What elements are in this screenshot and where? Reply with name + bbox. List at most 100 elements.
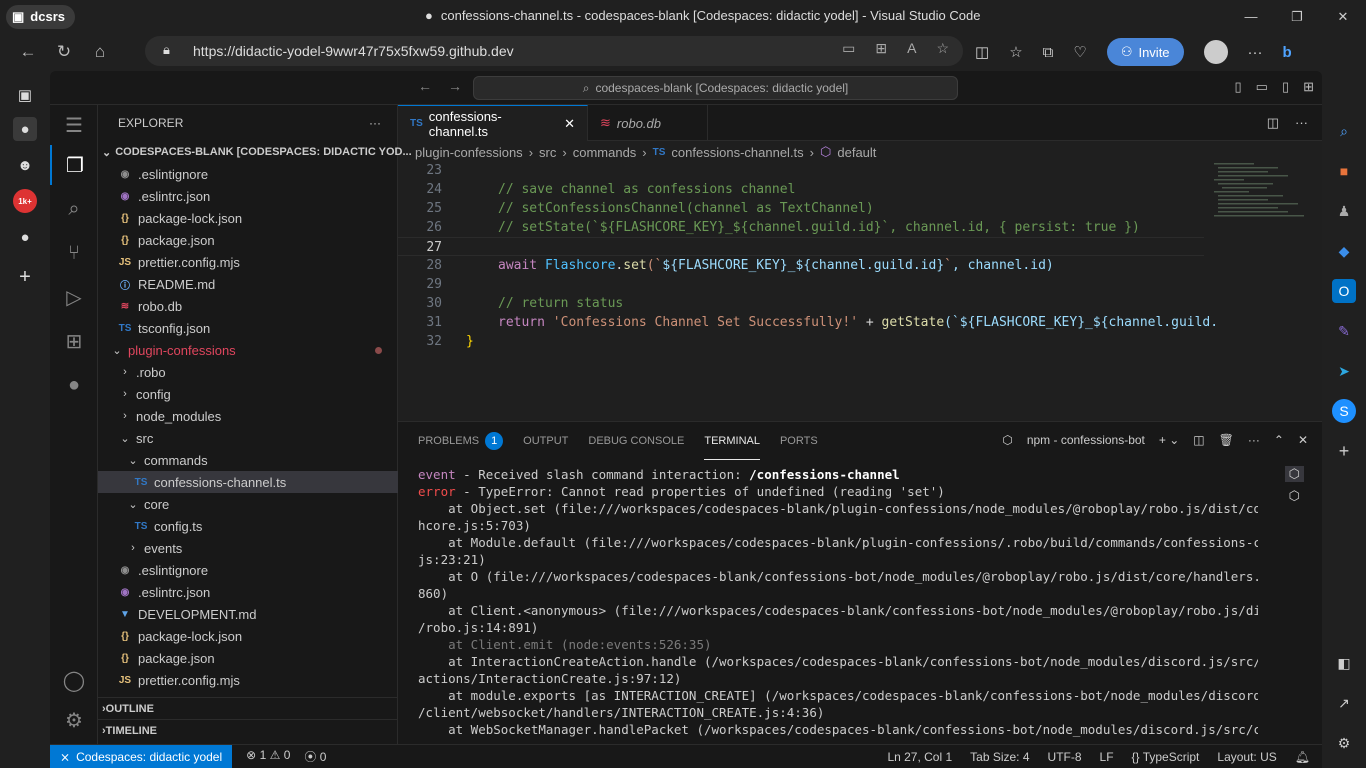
code-editor[interactable]: 23 24 // save channel as confessions chan…: [398, 161, 1218, 421]
panel-more-icon[interactable]: ···: [1248, 433, 1260, 447]
kill-terminal-icon[interactable]: 🗑︎: [1219, 433, 1234, 447]
terminal-name[interactable]: npm - confessions-bot: [1027, 433, 1145, 447]
collections-icon[interactable]: ⧉: [1043, 44, 1054, 61]
profile-button[interactable]: ▣ dcsrs: [6, 4, 75, 29]
read-mode-icon[interactable]: ▭: [842, 40, 855, 57]
telegram-icon[interactable]: ➤: [1332, 359, 1356, 383]
terminal-output[interactable]: event - Received slash command interacti…: [418, 466, 1258, 746]
folder-item[interactable]: ⌄ commands: [98, 449, 398, 471]
tools-icon[interactable]: ■: [1332, 159, 1356, 183]
breadcrumb-item[interactable]: default: [837, 145, 876, 160]
nav-back-icon[interactable]: ←: [418, 78, 432, 94]
folder-item[interactable]: ⌄ plugin-confessions: [98, 339, 398, 361]
tab-output[interactable]: OUTPUT: [523, 422, 568, 460]
minimize-button[interactable]: —: [1228, 0, 1274, 33]
github-icon[interactable]: ●: [50, 365, 98, 405]
folder-item[interactable]: ⌄ src: [98, 427, 398, 449]
tab-robo-db[interactable]: ≋ robo.db: [588, 105, 708, 141]
breadcrumb-item[interactable]: confessions-channel.ts: [671, 145, 803, 160]
skype-icon[interactable]: S: [1332, 399, 1356, 423]
terminal-instance-icon[interactable]: ⬡: [1284, 466, 1304, 482]
file-item[interactable]: TS confessions-channel.ts: [98, 471, 398, 493]
timeline-section[interactable]: › TIMELINE: [98, 719, 398, 741]
breadcrumb-item[interactable]: src: [539, 145, 556, 160]
invite-button[interactable]: ⚇ Invite: [1106, 38, 1184, 66]
back-icon[interactable]: ←: [10, 34, 46, 70]
outline-section[interactable]: › OUTLINE: [98, 697, 398, 719]
add-sidebar-icon[interactable]: +: [1332, 439, 1356, 463]
close-window-button[interactable]: ✕: [1320, 0, 1366, 33]
toggle-sidebar-icon[interactable]: ▯: [1234, 79, 1241, 95]
close-tab-icon[interactable]: ✕: [564, 116, 575, 132]
breadcrumb-item[interactable]: commands: [573, 145, 637, 160]
keyboard-layout[interactable]: Layout: US: [1217, 750, 1276, 764]
accounts-icon[interactable]: ◯: [50, 660, 98, 700]
restore-button[interactable]: ❐: [1274, 0, 1320, 33]
split-screen-icon[interactable]: ◫: [975, 43, 989, 61]
split-editor-icon[interactable]: ◫: [1267, 115, 1279, 131]
explorer-icon[interactable]: ❐: [50, 145, 98, 185]
file-item[interactable]: JS prettier.config.mjs: [98, 669, 398, 691]
file-item[interactable]: ▼ DEVELOPMENT.md: [98, 603, 398, 625]
tab-ports[interactable]: PORTS: [780, 422, 818, 460]
file-item[interactable]: {} package-lock.json: [98, 625, 398, 647]
tab-problems[interactable]: PROBLEMS 1: [418, 422, 504, 460]
external-link-icon[interactable]: ↗: [1332, 691, 1356, 715]
ports-status[interactable]: ⦿ 0: [304, 748, 326, 765]
notifications-bell-icon[interactable]: 🔔︎: [1295, 750, 1310, 764]
file-item[interactable]: {} package.json: [98, 647, 398, 669]
folder-item[interactable]: › config: [98, 383, 398, 405]
file-item[interactable]: TS config.ts: [98, 515, 398, 537]
split-terminal-icon[interactable]: ◫: [1193, 433, 1204, 447]
copilot-icon[interactable]: ◆: [1332, 239, 1356, 263]
read-aloud-icon[interactable]: A: [907, 40, 916, 57]
remote-indicator[interactable]: ⨯ Codespaces: didactic yodel: [50, 744, 233, 768]
folder-item[interactable]: › node_modules: [98, 405, 398, 427]
run-debug-icon[interactable]: ▷: [50, 277, 98, 317]
new-tab-icon[interactable]: +: [13, 265, 37, 289]
designer-icon[interactable]: ✎: [1332, 319, 1356, 343]
line-ending[interactable]: LF: [1100, 750, 1114, 764]
file-item[interactable]: ◉ .eslintrc.json: [98, 581, 398, 603]
home-icon[interactable]: ⌂: [82, 34, 118, 70]
close-panel-icon[interactable]: ✕: [1298, 433, 1308, 447]
github-tab-icon-2[interactable]: ●: [13, 225, 37, 249]
github-tab-icon[interactable]: ●: [13, 117, 37, 141]
hide-sidebar-icon[interactable]: ◧: [1332, 651, 1356, 675]
nav-forward-icon[interactable]: →: [448, 78, 462, 94]
tab-size[interactable]: Tab Size: 4: [970, 750, 1029, 764]
robot-tab-icon[interactable]: ☻: [13, 153, 37, 177]
tab-confessions-channel[interactable]: TS confessions-channel.ts ✕: [398, 105, 588, 141]
terminal-instance-icon[interactable]: ⬡: [1285, 488, 1304, 504]
favorites-icon[interactable]: ☆: [1009, 43, 1022, 61]
maximize-panel-icon[interactable]: ⌃: [1274, 433, 1284, 447]
address-bar[interactable]: 🔒︎ https://didactic-yodel-9wwr47r75x5fxw…: [145, 36, 963, 66]
folder-item[interactable]: › .robo: [98, 361, 398, 383]
tab-actions-icon[interactable]: ▣: [13, 83, 37, 107]
settings-gear-icon[interactable]: ⚙: [1332, 731, 1356, 755]
new-terminal-icon[interactable]: + ⌄: [1159, 433, 1179, 447]
search-icon[interactable]: ⌕: [1332, 119, 1356, 143]
avatar[interactable]: [1203, 40, 1228, 64]
folder-item[interactable]: ⌄ core: [98, 493, 398, 515]
file-item[interactable]: {} package.json: [98, 229, 398, 251]
performance-icon[interactable]: ♡: [1073, 43, 1086, 61]
toggle-panel-icon[interactable]: ▭: [1256, 79, 1268, 95]
tab-terminal[interactable]: TERMINAL: [704, 422, 760, 460]
apps-icon[interactable]: ⊞: [875, 40, 887, 57]
extensions-icon[interactable]: ⊞: [50, 321, 98, 361]
encoding[interactable]: UTF-8: [1048, 750, 1082, 764]
file-item[interactable]: ◉ .eslintignore: [98, 163, 398, 185]
breadcrumb-item[interactable]: plugin-confessions: [415, 145, 523, 160]
folder-item[interactable]: › events: [98, 537, 398, 559]
minimap[interactable]: [1204, 161, 1310, 421]
file-item[interactable]: ⓘ README.md: [98, 273, 398, 295]
problems-status[interactable]: ⊗ 1 ⚠ 0: [246, 748, 290, 765]
people-icon[interactable]: ♟: [1332, 199, 1356, 223]
file-item[interactable]: ◉ .eslintrc.json: [98, 185, 398, 207]
notification-tab-icon[interactable]: 1k+: [13, 189, 37, 213]
outlook-icon[interactable]: O: [1332, 279, 1356, 303]
manage-gear-icon[interactable]: ⚙: [50, 700, 98, 740]
explorer-root[interactable]: ⌄ CODESPACES-BLANK [CODESPACES: DIDACTIC…: [98, 141, 412, 163]
language-mode[interactable]: {} TypeScript: [1132, 750, 1200, 764]
